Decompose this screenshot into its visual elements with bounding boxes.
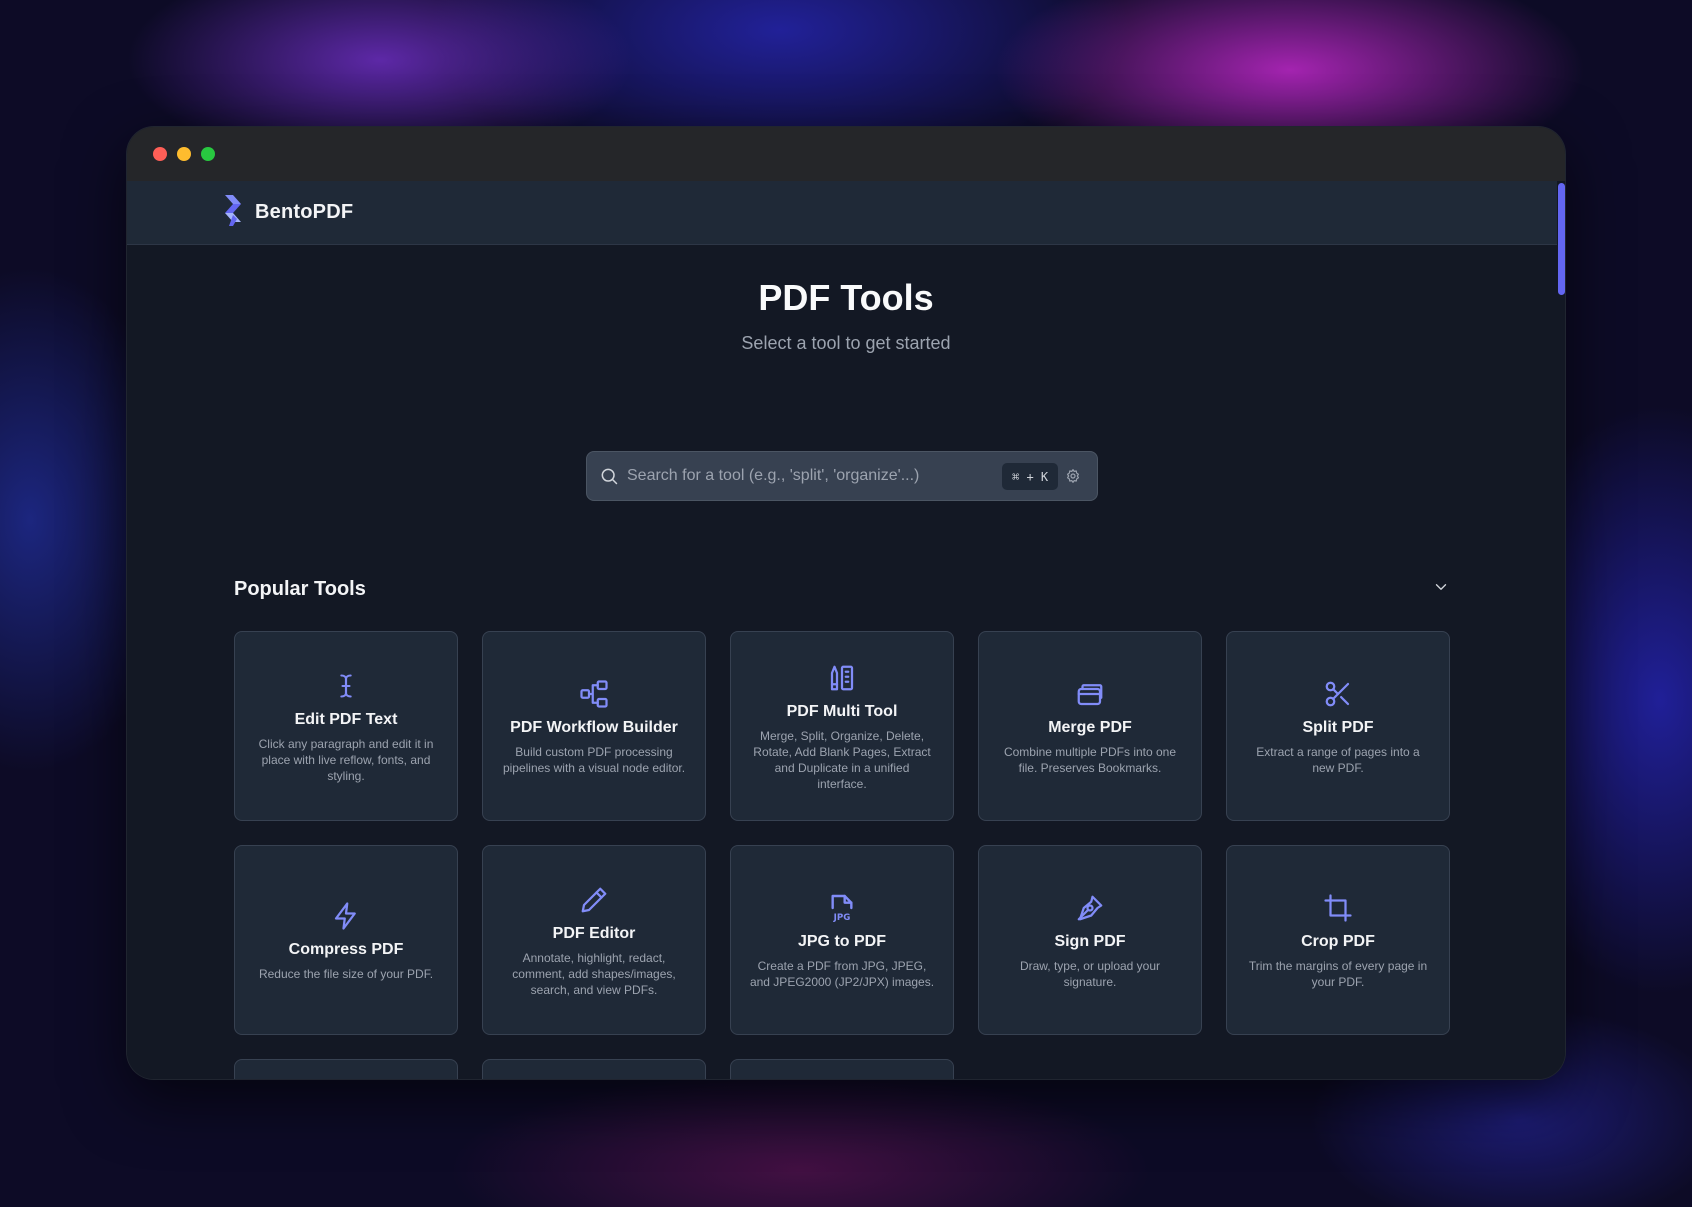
page-scrollbar[interactable] xyxy=(1557,181,1565,1079)
tool-description: Merge, Split, Organize, Delete, Rotate, … xyxy=(753,728,931,791)
text-cursor-icon xyxy=(329,669,363,703)
tool-card-delete[interactable] xyxy=(730,1059,954,1079)
maximize-window-button[interactable] xyxy=(201,147,215,161)
shortcut-hint: ⌘ + K xyxy=(1002,463,1059,490)
tool-description: Combine multiple PDFs into one file. Pre… xyxy=(1003,744,1177,775)
tool-description: Create a PDF from JPG, JPEG, and JPEG200… xyxy=(749,958,935,989)
page-subtitle: Select a tool to get started xyxy=(741,333,951,353)
jpg-file-icon: JPG xyxy=(825,891,859,925)
section-title: Popular Tools xyxy=(234,578,366,600)
tool-title: Compress PDF xyxy=(288,940,404,958)
tool-title: Edit PDF Text xyxy=(294,710,398,728)
tool-card-compress-pdf[interactable]: Compress PDF Reduce the file size of you… xyxy=(234,845,458,1035)
brand-name[interactable]: BentoPDF xyxy=(255,201,353,224)
copy-stack-icon xyxy=(1073,677,1107,711)
minimize-window-button[interactable] xyxy=(177,147,191,161)
workflow-icon xyxy=(577,677,611,711)
tool-card-organize[interactable] xyxy=(234,1059,458,1079)
gear-icon[interactable] xyxy=(1065,468,1081,489)
scissors-icon xyxy=(1321,677,1355,711)
bento-logo-icon[interactable] xyxy=(223,193,243,232)
top-navbar: BentoPDF xyxy=(127,181,1565,245)
tool-card-jpg-to-pdf[interactable]: JPG JPG to PDF Create a PDF from JPG, JP… xyxy=(730,845,954,1035)
pen-nib-icon xyxy=(1073,891,1107,925)
tool-search[interactable]: ⌘ + K xyxy=(586,451,1098,501)
search-input[interactable] xyxy=(627,452,1007,500)
tool-title: Crop PDF xyxy=(1301,932,1375,950)
scrollbar-thumb[interactable] xyxy=(1558,183,1565,295)
tool-title: PDF Multi Tool xyxy=(786,702,898,720)
page-title: PDF Tools xyxy=(758,277,934,318)
tool-title: PDF Editor xyxy=(552,924,636,942)
app-content: BentoPDF PDF Tools Select a tool to get … xyxy=(127,181,1565,1079)
chevron-down-icon[interactable] xyxy=(1432,578,1450,601)
tool-description: Draw, type, or upload your signature. xyxy=(1019,958,1161,989)
tool-card-pdf-workflow-builder[interactable]: PDF Workflow Builder Build custom PDF pr… xyxy=(482,631,706,821)
tool-card-crop-pdf[interactable]: Crop PDF Trim the margins of every page … xyxy=(1226,845,1450,1035)
tool-description: Build custom PDF processing pipelines wi… xyxy=(502,744,686,775)
tool-card-split-pdf[interactable]: Split PDF Extract a range of pages into … xyxy=(1226,631,1450,821)
tool-title: Merge PDF xyxy=(1048,718,1132,736)
pencil-ruler-icon xyxy=(825,661,859,695)
window-titlebar xyxy=(127,127,1565,181)
tool-title: Sign PDF xyxy=(1054,932,1126,950)
tool-card-pdf-editor[interactable]: PDF Editor Annotate, highlight, redact, … xyxy=(482,845,706,1035)
tool-description: Trim the margins of every page in your P… xyxy=(1248,958,1428,989)
crop-icon xyxy=(1321,891,1355,925)
search-icon xyxy=(599,466,619,491)
tool-card-files[interactable] xyxy=(482,1059,706,1079)
tool-title: Split PDF xyxy=(1302,718,1374,736)
tool-title: PDF Workflow Builder xyxy=(510,718,678,736)
tool-description: Click any paragraph and edit it in place… xyxy=(258,736,434,783)
tool-description: Annotate, highlight, redact, comment, ad… xyxy=(512,950,676,997)
hero: PDF Tools Select a tool to get started xyxy=(127,245,1565,354)
tool-title: JPG to PDF xyxy=(797,932,886,950)
lightning-icon xyxy=(329,899,363,933)
tool-description: Reduce the file size of your PDF. xyxy=(258,966,434,981)
svg-text:JPG: JPG xyxy=(833,913,851,923)
close-window-button[interactable] xyxy=(153,147,167,161)
tool-card-merge-pdf[interactable]: Merge PDF Combine multiple PDFs into one… xyxy=(978,631,1202,821)
tool-description: Extract a range of pages into a new PDF. xyxy=(1256,744,1420,775)
popular-tools-header[interactable]: Popular Tools xyxy=(234,578,1450,601)
tool-card-edit-pdf-text[interactable]: Edit PDF Text Click any paragraph and ed… xyxy=(234,631,458,821)
tool-card-sign-pdf[interactable]: Sign PDF Draw, type, or upload your sign… xyxy=(978,845,1202,1035)
tools-grid: Edit PDF Text Click any paragraph and ed… xyxy=(234,631,1450,1079)
tool-card-pdf-multi-tool[interactable]: PDF Multi Tool Merge, Split, Organize, D… xyxy=(730,631,954,821)
browser-window: BentoPDF PDF Tools Select a tool to get … xyxy=(126,126,1566,1080)
pencil-icon xyxy=(577,883,611,917)
